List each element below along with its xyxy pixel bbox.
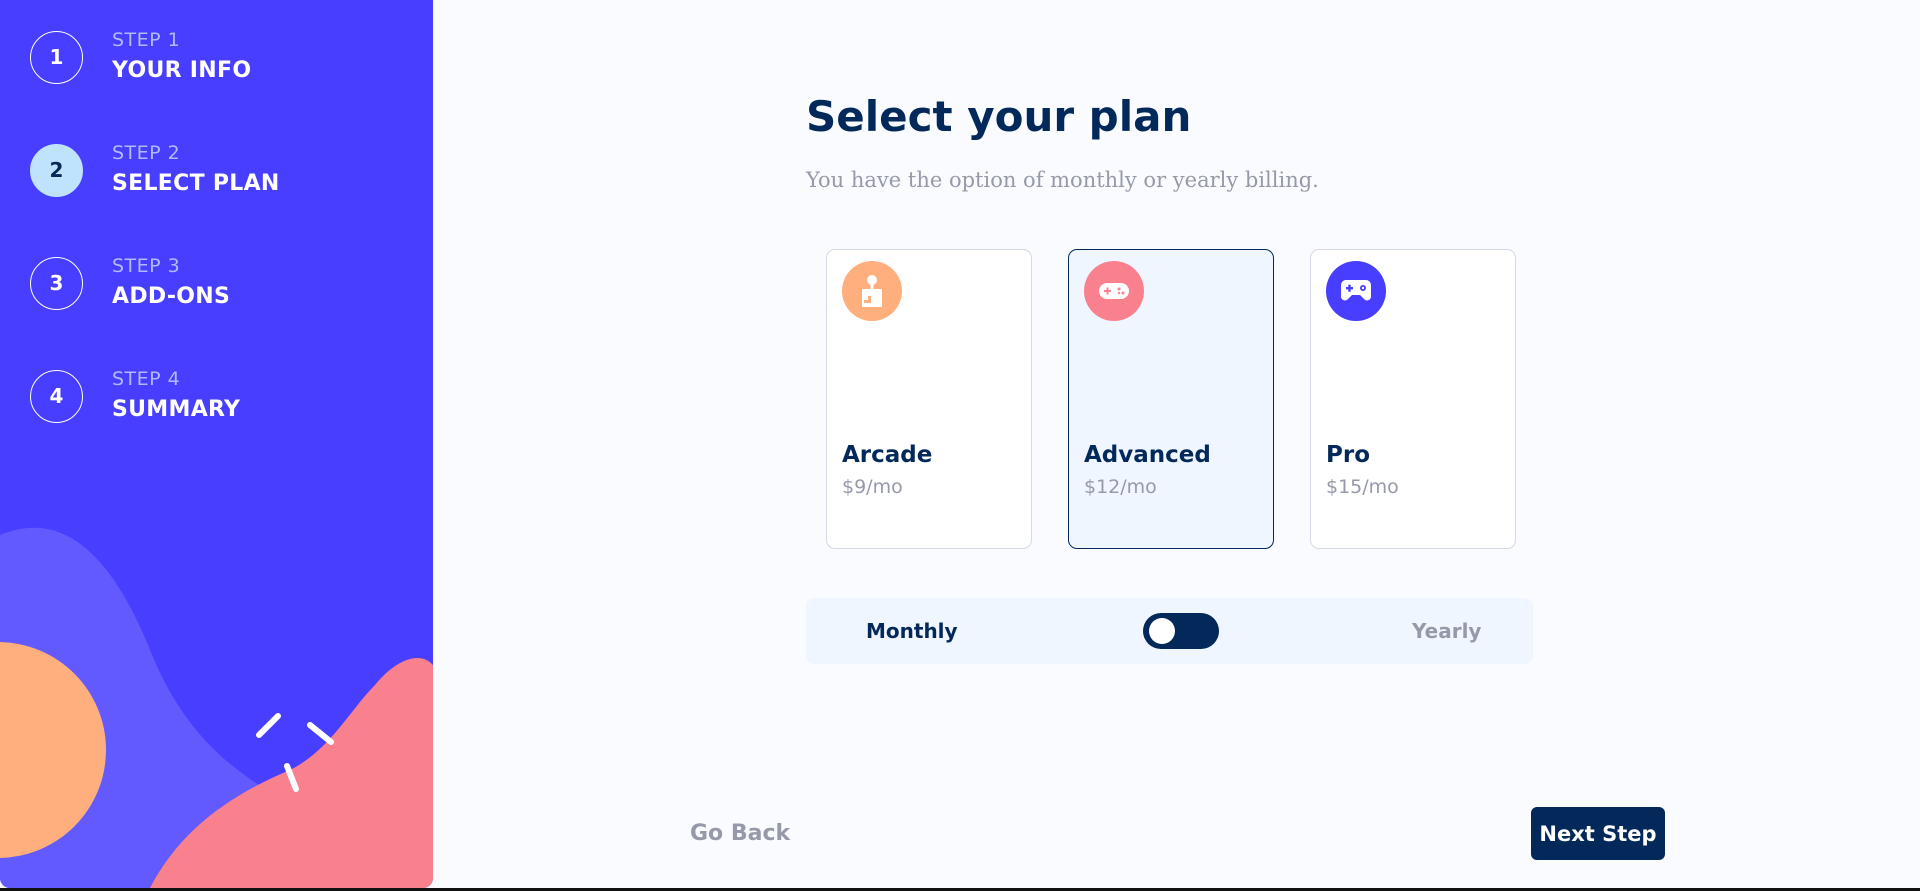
step-number-4: 4 [30, 369, 83, 423]
step-label-1: STEP 1 [112, 29, 181, 51]
toggle-knob [1149, 618, 1175, 644]
plan-name-pro: Pro [1326, 442, 1371, 468]
step-title-1: YOUR INFO [112, 58, 252, 83]
step-item-2[interactable]: 2 STEP 2 SELECT PLAN [30, 141, 280, 199]
sidebar: 1 STEP 1 YOUR INFO 2 STEP 2 SELECT PLAN … [0, 0, 433, 888]
pro-icon [1326, 261, 1386, 321]
step-label-4: STEP 4 [112, 368, 181, 390]
page-title: Select your plan [806, 92, 1192, 141]
step-number-3: 3 [30, 256, 83, 310]
step-item-4[interactable]: 4 STEP 4 SUMMARY [30, 367, 240, 425]
step-number-2: 2 [30, 143, 83, 197]
step-item-3[interactable]: 3 STEP 3 ADD-ONS [30, 254, 230, 312]
go-back-button[interactable]: Go Back [690, 820, 790, 848]
sidebar-background [0, 527, 433, 888]
plan-card-advanced[interactable]: Advanced $12/mo [1068, 249, 1274, 549]
plan-price-advanced: $12/mo [1084, 476, 1157, 498]
plan-price-arcade: $9/mo [842, 476, 903, 498]
plan-name-arcade: Arcade [842, 442, 933, 468]
plan-price-pro: $15/mo [1326, 476, 1399, 498]
step-title-3: ADD-ONS [112, 284, 231, 309]
plan-card-arcade[interactable]: Arcade $9/mo [826, 249, 1032, 549]
step-title-2: SELECT PLAN [112, 171, 280, 196]
billing-yearly-label[interactable]: Yearly [1412, 617, 1481, 645]
step-title-4: SUMMARY [112, 397, 241, 422]
step-label-3: STEP 3 [112, 255, 181, 277]
plan-card-pro[interactable]: Pro $15/mo [1310, 249, 1516, 549]
step-item-1[interactable]: 1 STEP 1 YOUR INFO [30, 28, 251, 86]
step-label-2: STEP 2 [112, 142, 181, 164]
step-number-1: 1 [30, 30, 83, 84]
billing-toggle-switch[interactable] [1143, 613, 1219, 649]
next-step-button[interactable]: Next Step [1531, 807, 1665, 860]
page-subtitle: You have the option of monthly or yearly… [806, 168, 1319, 192]
billing-monthly-label[interactable]: Monthly [866, 617, 958, 645]
plan-name-advanced: Advanced [1084, 442, 1211, 468]
advanced-icon [1084, 261, 1144, 321]
billing-toggle-row: Monthly Yearly [806, 598, 1533, 664]
arcade-icon [842, 261, 902, 321]
